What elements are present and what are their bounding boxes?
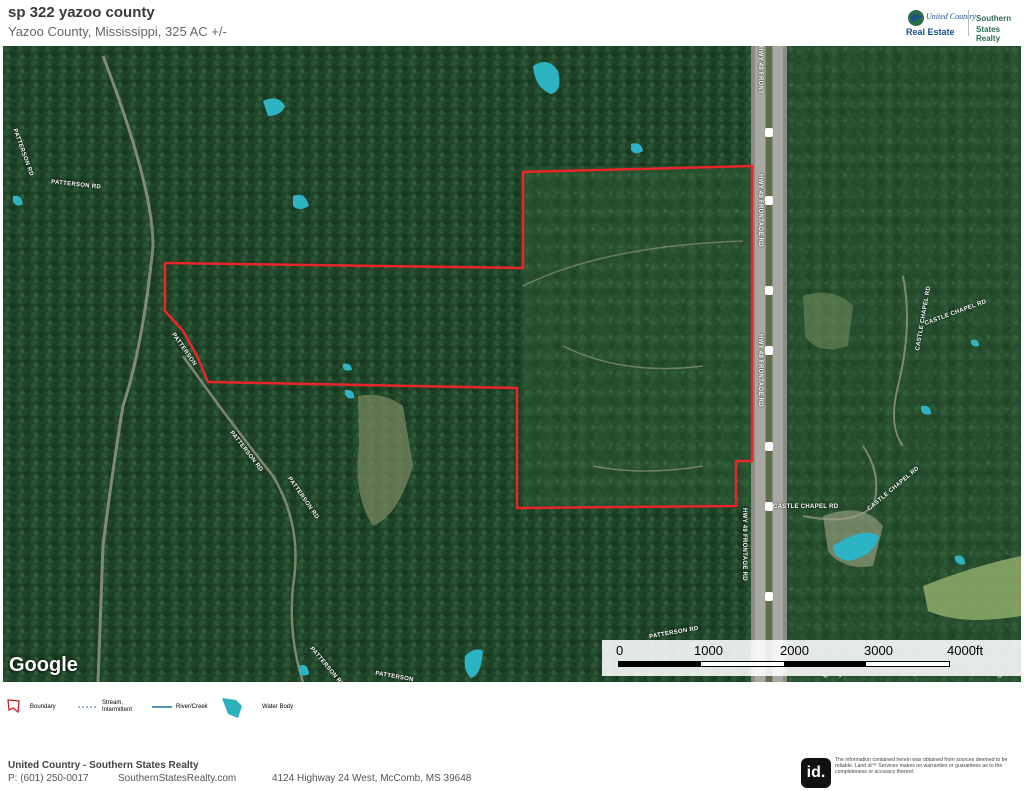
land-id-logo: id. <box>801 758 831 788</box>
road-label-castle-chapel: CASTLE CHAPEL RD <box>773 504 839 510</box>
road-label-hwy-frontage: HWY 49 FRONTAGE RD <box>757 174 763 247</box>
page-title: sp 322 yazoo county <box>8 4 155 21</box>
header: sp 322 yazoo county Yazoo County, Missis… <box>0 0 1024 46</box>
logo-divider <box>968 10 969 36</box>
footer: United Country - Southern States Realty … <box>0 757 1024 791</box>
imagery-attribution: Imagery ©2024 Airbus, Maxar Technologies <box>804 666 1017 678</box>
page-subtitle: Yazoo County, Mississippi, 325 AC +/- <box>8 24 227 39</box>
logo-real-estate: Real Estate <box>906 27 955 37</box>
company-name: United Country - Southern States Realty <box>8 760 199 771</box>
highway-median <box>766 46 772 682</box>
logo-states-realty: States Realty <box>976 25 1001 43</box>
river-icon <box>152 706 172 708</box>
scale-tick: 3000 <box>864 643 893 658</box>
company-logo: United Country Real Estate Southern Stat… <box>900 6 1020 43</box>
property-forest <box>523 166 753 506</box>
legend-boundary: Boundary <box>6 692 66 722</box>
legend-river: River/Creek <box>152 692 222 722</box>
boundary-icon <box>7 699 20 714</box>
map-legend: Boundary Stream, Intermittent River/Cree… <box>0 692 400 722</box>
water-body-icon <box>222 698 242 718</box>
road-label-hwy-frontage: HWY 49 FRONT <box>757 46 763 95</box>
scale-tick: 0 <box>616 643 624 658</box>
map-imagery <box>3 46 1021 682</box>
legend-water-label: Water Body <box>262 704 294 710</box>
scale-tick: 1000 <box>694 643 723 658</box>
company-address: 4124 Highway 24 West, McComb, MS 39648 <box>272 773 472 784</box>
scale-segment <box>619 662 701 666</box>
stream-icon <box>78 706 98 708</box>
aerial-map[interactable]: PATTERSON RD PATTERSON RD PATTERSON PATT… <box>3 46 1021 682</box>
clearing-east <box>803 292 853 350</box>
road-label-hwy-frontage: HWY 49 FRONTAGE RD <box>741 508 747 581</box>
legend-boundary-label: Boundary <box>30 704 56 710</box>
google-logo: Google <box>9 654 78 676</box>
logo-southern: Southern <box>976 14 1012 23</box>
legend-stream-label: Stream, Intermittent <box>102 700 133 713</box>
company-phone[interactable]: P: (601) 250-0017 <box>8 773 89 784</box>
disclaimer-text: The information contained herein was obt… <box>835 757 1008 776</box>
legend-stream: Stream, Intermittent <box>78 692 148 722</box>
legend-river-label: River/Creek <box>176 704 208 710</box>
company-website[interactable]: SouthernStatesRealty.com <box>118 773 236 784</box>
scale-tick: 2000 <box>780 643 809 658</box>
road-label-hwy-frontage: HWY 49 FRONTAGE RD <box>757 334 763 407</box>
scale-tick: 4000ft <box>947 643 984 658</box>
legend-water: Water Body <box>220 692 300 722</box>
highway-lane-east <box>773 46 783 682</box>
